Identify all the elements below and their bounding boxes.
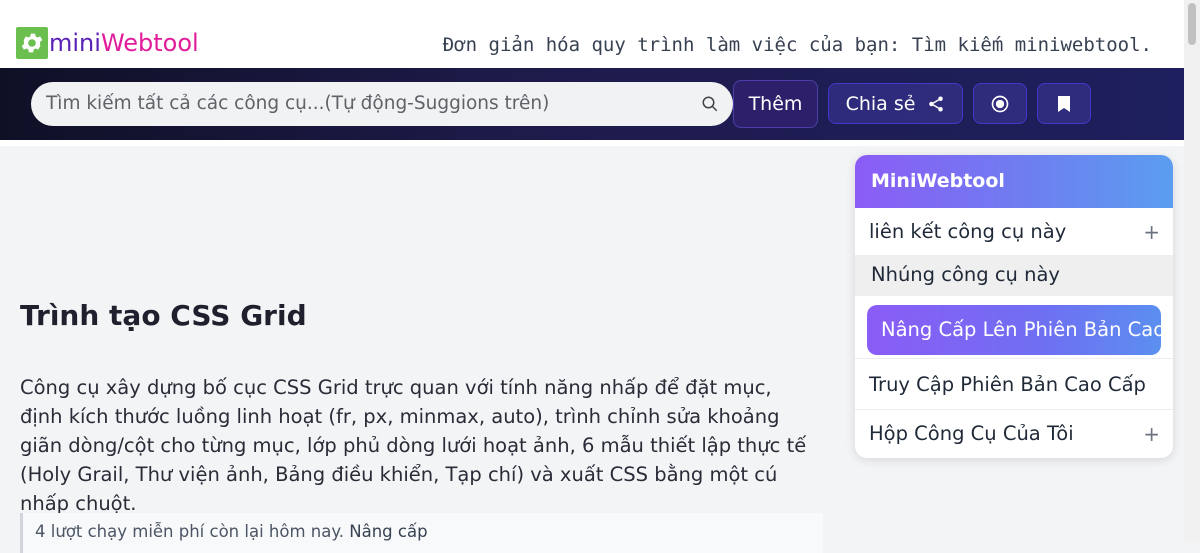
search-input[interactable]: Tìm kiếm tất cả các công cụ...(Tự động-S… bbox=[31, 82, 733, 126]
my-toolbox-label: Hộp Công Cụ Của Tôi bbox=[869, 422, 1074, 445]
side-panel: MiniWebtool liên kết công cụ này + Nhúng… bbox=[855, 155, 1173, 458]
tool-description: Công cụ xây dựng bố cục CSS Grid trực qu… bbox=[20, 376, 807, 515]
gear-icon bbox=[16, 27, 48, 59]
panel-title: MiniWebtool bbox=[855, 155, 1173, 208]
site-logo[interactable]: miniWebtool bbox=[16, 27, 199, 59]
page-title: Trình tạo CSS Grid bbox=[20, 299, 307, 332]
bookmark-button[interactable] bbox=[1037, 83, 1091, 124]
link-tool-item[interactable]: liên kết công cụ này + bbox=[855, 208, 1173, 256]
link-tool-label: liên kết công cụ này bbox=[869, 220, 1067, 243]
premium-access-item[interactable]: Truy Cập Phiên Bản Cao Cấp bbox=[855, 358, 1173, 410]
share-icon bbox=[929, 96, 944, 111]
search-icon[interactable] bbox=[701, 95, 719, 117]
free-runs-notice: 4 lượt chạy miễn phí còn lại hôm nay. Nâ… bbox=[20, 513, 823, 553]
plus-icon[interactable]: + bbox=[1143, 410, 1160, 458]
record-icon bbox=[991, 95, 1009, 112]
upgrade-premium-button[interactable]: Nâng Cấp Lên Phiên Bản Cao Cấp bbox=[867, 305, 1161, 355]
scrollbar-thumb[interactable] bbox=[1188, 3, 1196, 45]
bookmark-icon bbox=[1058, 95, 1070, 112]
more-button[interactable]: Thêm bbox=[733, 80, 818, 128]
plus-icon[interactable]: + bbox=[1143, 208, 1160, 256]
embed-tool-item[interactable]: Nhúng công cụ này bbox=[855, 256, 1173, 296]
my-toolbox-item[interactable]: Hộp Công Cụ Của Tôi + bbox=[855, 410, 1173, 458]
top-header: miniWebtool Đơn giản hóa quy trình làm v… bbox=[0, 0, 1184, 68]
search-placeholder: Tìm kiếm tất cả các công cụ...(Tự động-S… bbox=[46, 93, 550, 114]
share-button[interactable]: Chia sẻ bbox=[828, 83, 963, 124]
upgrade-link[interactable]: Nâng cấp bbox=[349, 522, 427, 541]
share-label: Chia sẻ bbox=[845, 92, 916, 115]
record-button[interactable] bbox=[973, 83, 1027, 124]
logo-text: miniWebtool bbox=[49, 29, 199, 57]
site-tagline: Đơn giản hóa quy trình làm việc của bạn:… bbox=[442, 34, 1152, 56]
notice-text: 4 lượt chạy miễn phí còn lại hôm nay. Nâ… bbox=[35, 522, 428, 541]
page-scrollbar[interactable] bbox=[1184, 0, 1200, 543]
nav-bar: Tìm kiếm tất cả các công cụ...(Tự động-S… bbox=[0, 68, 1184, 140]
